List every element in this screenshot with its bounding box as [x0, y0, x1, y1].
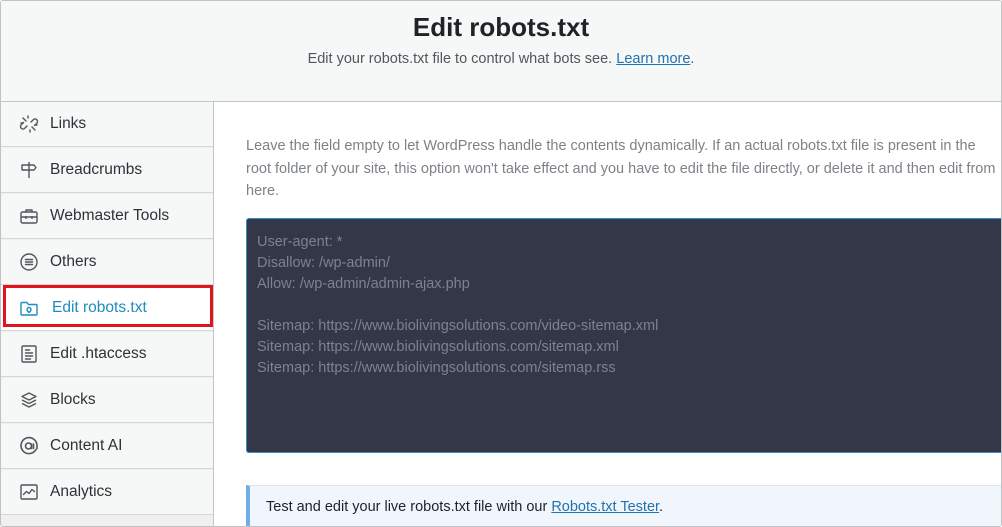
blocks-icon — [19, 390, 39, 410]
editor-line: User-agent: * — [257, 234, 343, 250]
sidebar-item-label: Blocks — [50, 391, 96, 408]
sidebar-item-others[interactable]: Others — [1, 240, 213, 285]
sidebar-item-label: Edit .htaccess — [50, 345, 147, 362]
sidebar-item-label: Links — [50, 115, 87, 132]
sidebar-item-breadcrumbs[interactable]: Breadcrumbs — [1, 148, 213, 193]
robots-tester-notice: Test and edit your live robots.txt file … — [246, 485, 1001, 526]
robots-tester-link[interactable]: Robots.txt Tester — [551, 499, 659, 515]
sidebar-item-links[interactable]: Links — [1, 102, 213, 147]
editor-line: Sitemap: https://www.biolivingsolutions.… — [257, 339, 619, 355]
settings-sidebar: Links Breadcrumbs Webmaster Tools Others — [1, 102, 214, 526]
page-header: Edit robots.txt Edit your robots.txt fil… — [1, 1, 1001, 102]
sidebar-item-label: Edit robots.txt — [52, 299, 147, 316]
editor-line: Sitemap: https://www.biolivingsolutions.… — [257, 318, 659, 334]
editor-line: Sitemap: https://www.biolivingsolutions.… — [257, 360, 616, 376]
list-circle-icon — [19, 252, 39, 272]
analytics-icon — [19, 482, 39, 502]
notice-text: Test and edit your live robots.txt file … — [266, 499, 548, 515]
sidebar-item-label: Others — [50, 253, 97, 270]
page-subtitle: Edit your robots.txt file to control wha… — [1, 51, 1001, 67]
notice-period: . — [659, 499, 664, 515]
sidebar-item-blocks[interactable]: Blocks — [1, 378, 213, 423]
link-icon — [19, 114, 39, 134]
field-description: Leave the field empty to let WordPress h… — [246, 138, 996, 199]
sidebar-item-webmaster-tools[interactable]: Webmaster Tools — [1, 194, 213, 239]
learn-more-link[interactable]: Learn more — [616, 51, 690, 67]
page-frame: Edit robots.txt Edit your robots.txt fil… — [0, 0, 1002, 527]
subtitle-text: Edit your robots.txt file to control wha… — [307, 51, 613, 67]
subtitle-period: . — [690, 51, 695, 67]
signpost-icon — [19, 160, 39, 180]
sidebar-item-content-ai[interactable]: Content AI — [1, 424, 213, 469]
toolbox-icon — [19, 206, 39, 226]
file-text-icon — [19, 344, 39, 364]
editor-line: Allow: /wp-admin/admin-ajax.php — [257, 276, 470, 292]
sidebar-item-edit-htaccess[interactable]: Edit .htaccess — [1, 332, 213, 377]
sidebar-item-label: Webmaster Tools — [50, 207, 170, 224]
sidebar-item-label: Breadcrumbs — [50, 161, 143, 178]
sidebar-item-label: Content AI — [50, 437, 123, 454]
sidebar-item-edit-robots[interactable]: Edit robots.txt — [1, 286, 213, 331]
editor-line: Disallow: /wp-admin/ — [257, 255, 390, 271]
folder-robot-icon — [19, 298, 39, 318]
main-content: Leave the field empty to let WordPress h… — [215, 102, 1001, 526]
page-title: Edit robots.txt — [412, 12, 590, 42]
content-ai-icon — [19, 436, 39, 456]
robots-txt-editor[interactable]: User-agent: * Disallow: /wp-admin/ Allow… — [246, 218, 1001, 453]
sidebar-item-analytics[interactable]: Analytics — [1, 470, 213, 515]
sidebar-item-label: Analytics — [50, 483, 113, 500]
